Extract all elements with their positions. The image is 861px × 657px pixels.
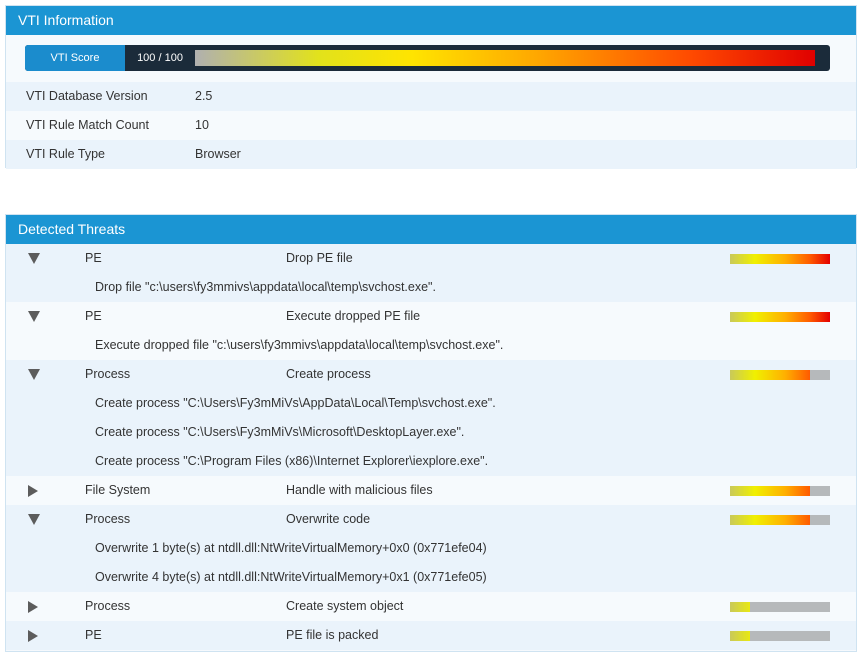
threat-category: Process <box>85 512 131 526</box>
vti-info-key: VTI Database Version <box>26 89 148 103</box>
vti-information-header: VTI Information <box>6 6 856 35</box>
threat-detail-row: Create process "C:\Program Files (x86)\I… <box>6 447 856 476</box>
threat-classification: Drop PE file <box>286 251 353 265</box>
threat-category: Process <box>85 599 131 613</box>
threat-detail-row: Drop file "c:\users\fy3mmivs\appdata\loc… <box>6 273 856 302</box>
collapse-triangle-icon[interactable] <box>28 514 40 525</box>
threat-classification: Execute dropped PE file <box>286 309 421 323</box>
threat-detail-row: Overwrite 4 byte(s) at ntdll.dll:NtWrite… <box>6 563 856 592</box>
threat-detail-text: Create process "C:\Users\Fy3mMiVs\Micros… <box>95 425 465 439</box>
vti-info-row: VTI Rule Match Count 10 <box>6 111 856 140</box>
vti-score-value: 100 / 100 <box>137 52 183 64</box>
detected-threats-panel: Detected Threats PE Drop PE file Drop file… <box>5 214 857 652</box>
vti-info-value: 2.5 <box>195 89 213 103</box>
threat-row[interactable]: PE Execute dropped PE file <box>6 302 856 331</box>
threat-detail-text: Drop file "c:\users\fy3mmivs\appdata\loc… <box>95 280 436 294</box>
threat-row[interactable]: Process Create process <box>6 360 856 389</box>
vti-score-label: VTI Score <box>25 45 125 71</box>
threat-row[interactable]: File System Handle with malicious files <box>6 476 856 505</box>
threat-category: PE <box>85 251 102 265</box>
threat-detail-text: Create process "C:\Program Files (x86)\I… <box>95 454 489 468</box>
vti-score-bar: VTI Score 100 / 100 <box>25 45 830 71</box>
threat-classification: Create system object <box>286 599 404 613</box>
severity-bar <box>730 486 830 496</box>
severity-bar-fill <box>730 370 810 380</box>
collapse-triangle-icon[interactable] <box>28 369 40 380</box>
threat-classification: Handle with malicious files <box>286 483 433 497</box>
threat-category: File System <box>85 483 151 497</box>
expand-triangle-icon[interactable] <box>28 601 38 613</box>
threat-category: Process <box>85 367 131 381</box>
threat-detail-row: Overwrite 1 byte(s) at ntdll.dll:NtWrite… <box>6 534 856 563</box>
threat-row[interactable]: PE PE file is packed <box>6 621 856 650</box>
threat-classification: PE file is packed <box>286 628 379 642</box>
threat-category: PE <box>85 628 102 642</box>
expand-triangle-icon[interactable] <box>28 485 38 497</box>
threat-classification: Create process <box>286 367 371 381</box>
vti-info-row: VTI Rule Type Browser <box>6 140 856 169</box>
threat-list: PE Drop PE file Drop file "c:\users\fy3mmi… <box>6 244 856 650</box>
severity-bar-fill <box>730 312 830 322</box>
threat-row[interactable]: Process Overwrite code <box>6 505 856 534</box>
threat-row[interactable]: Process Create system object <box>6 592 856 621</box>
vti-info-value: Browser <box>195 147 241 161</box>
severity-bar-fill <box>730 486 810 496</box>
severity-bar-fill <box>730 602 750 612</box>
detected-threats-header: Detected Threats <box>6 215 856 244</box>
vti-score-row: VTI Score 100 / 100 <box>6 35 856 82</box>
severity-bar-fill <box>730 515 810 525</box>
collapse-triangle-icon[interactable] <box>28 253 40 264</box>
vti-score-gradient <box>195 50 815 66</box>
threat-classification: Overwrite code <box>286 512 371 526</box>
severity-bar <box>730 515 830 525</box>
threat-row[interactable]: PE Drop PE file <box>6 244 856 273</box>
vti-info-key: VTI Rule Type <box>26 147 105 161</box>
threat-detail-text: Overwrite 1 byte(s) at ntdll.dll:NtWrite… <box>95 541 487 555</box>
threat-detail-row: Create process "C:\Users\Fy3mMiVs\AppDat… <box>6 389 856 418</box>
vti-info-key: VTI Rule Match Count <box>26 118 149 132</box>
severity-bar <box>730 602 830 612</box>
severity-bar <box>730 312 830 322</box>
threat-detail-text: Create process "C:\Users\Fy3mMiVs\AppDat… <box>95 396 496 410</box>
severity-bar <box>730 631 830 641</box>
threat-detail-text: Execute dropped file "c:\users\fy3mmivs\… <box>95 338 504 352</box>
severity-bar <box>730 254 830 264</box>
severity-bar <box>730 370 830 380</box>
threat-detail-row: Execute dropped file "c:\users\fy3mmivs\… <box>6 331 856 360</box>
severity-bar-fill <box>730 254 830 264</box>
threat-category: PE <box>85 309 102 323</box>
threat-detail-row: Create process "C:\Users\Fy3mMiVs\Micros… <box>6 418 856 447</box>
threat-detail-text: Overwrite 4 byte(s) at ntdll.dll:NtWrite… <box>95 570 487 584</box>
severity-bar-fill <box>730 631 750 641</box>
vti-info-row: VTI Database Version 2.5 <box>6 82 856 111</box>
expand-triangle-icon[interactable] <box>28 630 38 642</box>
vti-info-value: 10 <box>195 118 209 132</box>
vti-information-panel: VTI Information VTI Score 100 / 100 VTI … <box>5 5 857 169</box>
collapse-triangle-icon[interactable] <box>28 311 40 322</box>
